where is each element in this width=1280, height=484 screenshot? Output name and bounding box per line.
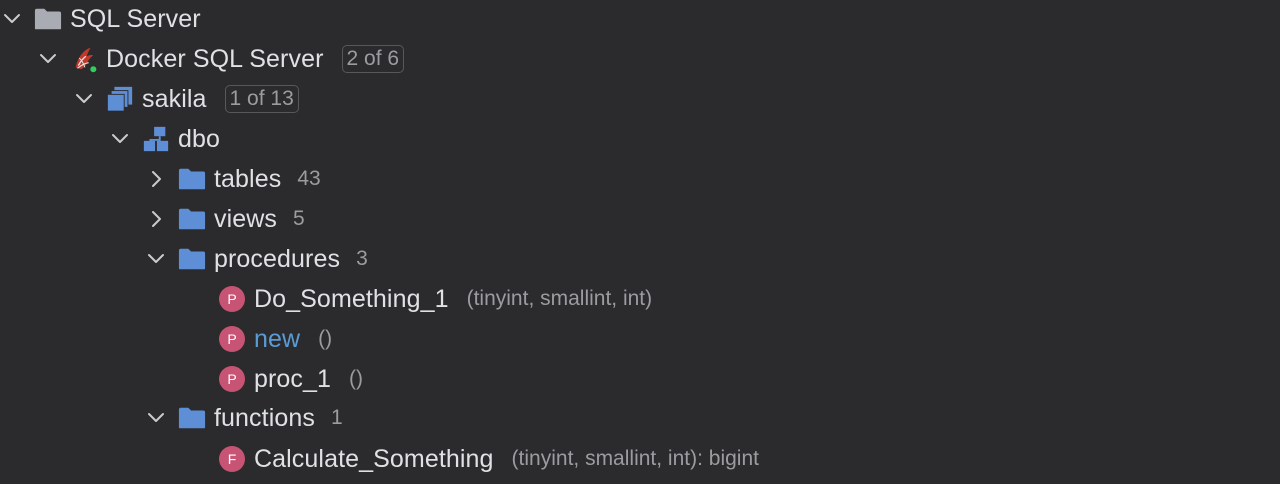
procedure-icon: P [218,325,246,353]
node-label: new [254,324,301,353]
chevron-down-icon[interactable] [144,406,168,430]
node-label: views [214,204,278,233]
routine-type-badge: P [219,366,245,392]
node-label: Docker SQL Server [106,44,324,73]
chevron-down-icon[interactable] [36,47,60,71]
tree-node-dbo[interactable]: dbo [108,119,220,159]
child-count: 43 [297,167,321,190]
chevron-down-icon[interactable] [144,247,168,271]
chevron-down-icon[interactable] [108,127,132,151]
chevron-down-icon[interactable] [0,7,24,31]
routine-signature: (tinyint, smallint, int) [466,287,653,310]
node-label: functions [214,403,315,432]
folder-icon [34,5,62,33]
tree-node-procedure[interactable]: P new () [184,319,332,359]
node-label: proc_1 [254,364,332,393]
tree-node-views[interactable]: views 5 [144,199,305,239]
node-label: sakila [142,84,207,113]
chevron-right-icon[interactable] [144,207,168,231]
child-count: 3 [356,247,368,270]
node-label: dbo [178,124,221,153]
routine-signature: (tinyint, smallint, int): bigint [511,447,759,470]
tree-node-function[interactable]: F Calculate_Something (tinyint, smallint… [184,439,759,479]
routine-signature: () [349,367,364,390]
folder-icon [178,404,206,432]
procedure-icon: P [218,365,246,393]
sql-server-icon [70,45,98,74]
node-label: tables [214,164,282,193]
function-icon: F [218,445,246,473]
chevron-right-icon[interactable] [144,167,168,191]
database-explorer-tree: SQL Server Docker SQL Server 2 of 6 saki… [0,0,1280,484]
chevron-down-icon[interactable] [72,87,96,111]
routine-type-badge: P [219,326,245,352]
child-count: 1 [330,406,343,429]
tree-node-procedure[interactable]: P proc_1 () [184,359,363,399]
selection-count-badge[interactable]: 1 of 13 [224,85,299,113]
schema-icon [142,125,170,153]
tree-node-sakila[interactable]: sakila 1 of 13 [72,79,299,119]
child-count: 5 [293,207,305,230]
node-label: SQL Server [70,4,201,33]
selection-count-badge[interactable]: 2 of 6 [341,45,405,73]
node-label: Do_Something_1 [254,284,449,313]
routine-type-badge: P [219,286,245,312]
tree-node-tables[interactable]: tables 43 [144,159,321,199]
tree-node-sql-server[interactable]: SQL Server [0,0,201,39]
routine-type-badge: F [219,446,245,472]
node-label: procedures [214,244,341,273]
routine-signature: () [318,327,333,350]
tree-node-functions[interactable]: functions 1 [144,398,343,438]
node-label: Calculate_Something [254,444,494,473]
procedure-icon: P [218,285,246,313]
database-icon [106,85,134,113]
tree-node-docker-sql-server[interactable]: Docker SQL Server 2 of 6 [36,39,405,79]
folder-icon [178,205,206,233]
tree-node-procedure[interactable]: P Do_Something_1 (tinyint, smallint, int… [184,279,652,319]
folder-icon [178,245,206,273]
tree-node-procedures[interactable]: procedures 3 [144,239,368,279]
folder-icon [178,165,206,193]
